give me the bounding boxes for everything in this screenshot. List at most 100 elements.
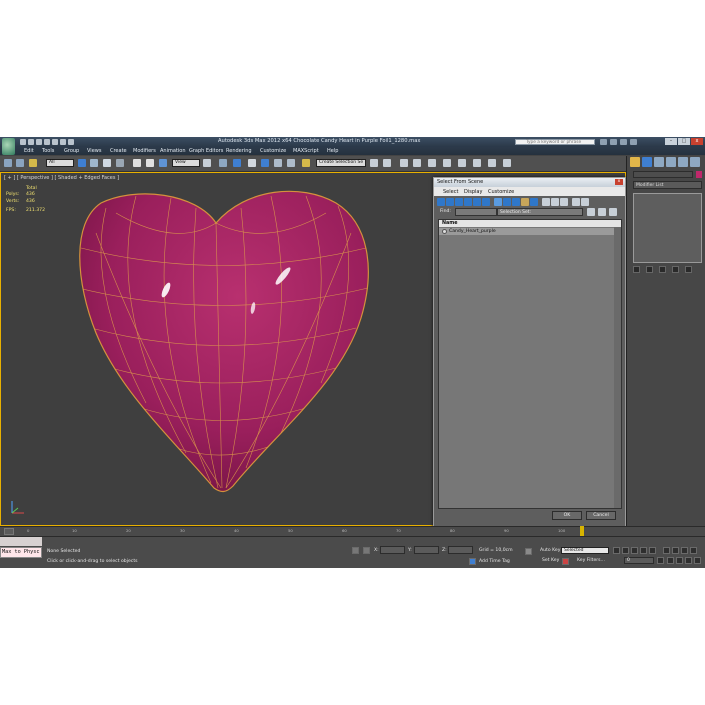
schematic-view-icon[interactable] bbox=[443, 159, 451, 167]
graphite-ribbon-icon[interactable] bbox=[413, 159, 421, 167]
maximize-button[interactable]: □ bbox=[678, 138, 690, 145]
undo-icon[interactable] bbox=[44, 139, 50, 145]
render-production-icon[interactable] bbox=[503, 159, 511, 167]
lock-selection-icon[interactable] bbox=[352, 547, 359, 554]
z-coord-field[interactable] bbox=[448, 546, 473, 554]
viewport-label[interactable]: [ + ] [ Perspective ] [ Shaded + Edged F… bbox=[4, 175, 119, 181]
object-name-field[interactable] bbox=[633, 171, 693, 178]
snaps-toggle-icon[interactable] bbox=[248, 159, 256, 167]
display-groups-icon[interactable] bbox=[494, 198, 502, 206]
rotate-icon[interactable] bbox=[146, 159, 154, 167]
chevron-down-icon[interactable] bbox=[68, 139, 74, 145]
layer-manager-icon[interactable] bbox=[400, 159, 408, 167]
dialog-menu-select[interactable]: Select bbox=[443, 189, 458, 195]
select-manipulate-icon[interactable] bbox=[219, 159, 227, 167]
find-input[interactable] bbox=[455, 208, 497, 216]
star-icon[interactable] bbox=[620, 139, 627, 145]
modify-tab-icon[interactable] bbox=[642, 157, 652, 167]
current-frame-field[interactable]: 0 bbox=[624, 557, 654, 564]
time-tag-icon[interactable] bbox=[469, 558, 476, 565]
display-lights-icon[interactable] bbox=[455, 198, 463, 206]
auto-key-selection-dropdown[interactable]: Selected bbox=[561, 547, 609, 554]
display-bones-icon[interactable] bbox=[512, 198, 520, 206]
help-icon[interactable] bbox=[630, 139, 637, 145]
pin-stack-icon[interactable] bbox=[633, 266, 640, 273]
menu-group[interactable]: Group bbox=[64, 148, 79, 154]
list-item[interactable]: Candy_Heart_purple bbox=[439, 228, 621, 235]
heart-surface[interactable] bbox=[79, 190, 369, 493]
maximize-viewport-icon[interactable] bbox=[694, 557, 701, 564]
reference-coordinate-dropdown[interactable]: View bbox=[172, 159, 200, 167]
redo-icon[interactable] bbox=[52, 139, 58, 145]
configure-sets-icon[interactable] bbox=[685, 266, 692, 273]
mini-curve-editor-icon[interactable] bbox=[4, 528, 14, 535]
window-crossing-icon[interactable] bbox=[116, 159, 124, 167]
display-helpers-icon[interactable] bbox=[473, 198, 481, 206]
dialog-menu-display[interactable]: Display bbox=[464, 189, 482, 195]
selection-set-dropdown[interactable]: Selection Set: bbox=[497, 208, 583, 216]
go-to-end-icon[interactable] bbox=[649, 547, 656, 554]
candy-heart-model[interactable] bbox=[76, 188, 371, 503]
orbit-icon[interactable] bbox=[685, 557, 692, 564]
select-object-icon[interactable] bbox=[78, 159, 86, 167]
dialog-menu-customize[interactable]: Customize bbox=[488, 189, 514, 195]
display-tab-icon[interactable] bbox=[678, 157, 688, 167]
hierarchy-tab-icon[interactable] bbox=[654, 157, 664, 167]
bind-spacewarp-icon[interactable] bbox=[29, 159, 37, 167]
cancel-button[interactable]: Cancel bbox=[586, 511, 616, 520]
pan-view-icon[interactable] bbox=[676, 557, 683, 564]
key-filters-button[interactable]: Key Filters... bbox=[577, 558, 605, 563]
x-coord-field[interactable] bbox=[380, 546, 405, 554]
go-to-start-icon[interactable] bbox=[613, 547, 620, 554]
time-slider-key-icon[interactable] bbox=[580, 526, 584, 536]
project-folder-icon[interactable] bbox=[60, 139, 66, 145]
selection-set-edit-icon[interactable] bbox=[609, 208, 617, 216]
sync-selection-icon[interactable] bbox=[572, 198, 580, 206]
zoom-extents-all-icon[interactable] bbox=[690, 547, 697, 554]
create-tab-icon[interactable] bbox=[630, 157, 640, 167]
zoom-extents-icon[interactable] bbox=[681, 547, 688, 554]
menu-modifiers[interactable]: Modifiers bbox=[133, 148, 156, 154]
angle-snap-icon[interactable] bbox=[261, 159, 269, 167]
edit-named-selection-icon[interactable] bbox=[302, 159, 310, 167]
selection-set-remove-icon[interactable] bbox=[598, 208, 606, 216]
move-icon[interactable] bbox=[133, 159, 141, 167]
rendered-frame-window-icon[interactable] bbox=[488, 159, 496, 167]
save-file-icon[interactable] bbox=[36, 139, 42, 145]
object-color-swatch[interactable] bbox=[696, 171, 702, 178]
play-icon[interactable] bbox=[631, 547, 638, 554]
spinner-snap-icon[interactable] bbox=[287, 159, 295, 167]
field-of-view-icon[interactable] bbox=[667, 557, 674, 564]
menu-animation[interactable]: Animation bbox=[160, 148, 186, 154]
name-column-header[interactable]: Name bbox=[439, 220, 621, 227]
display-geometry-icon[interactable] bbox=[437, 198, 445, 206]
display-spacewarps-icon[interactable] bbox=[482, 198, 490, 206]
modifier-list-dropdown[interactable]: Modifier List bbox=[633, 181, 702, 189]
display-xrefs-icon[interactable] bbox=[503, 198, 511, 206]
display-all-icon[interactable] bbox=[542, 198, 550, 206]
key-mode-icon[interactable] bbox=[525, 548, 532, 555]
make-unique-icon[interactable] bbox=[659, 266, 666, 273]
percent-snap-icon[interactable] bbox=[274, 159, 282, 167]
close-button[interactable]: x bbox=[691, 138, 703, 145]
subscription-icon[interactable] bbox=[610, 139, 617, 145]
time-configuration-icon[interactable] bbox=[657, 557, 664, 564]
select-by-name-icon[interactable] bbox=[90, 159, 98, 167]
scale-icon[interactable] bbox=[159, 159, 167, 167]
display-none-icon[interactable] bbox=[551, 198, 559, 206]
zoom-all-icon[interactable] bbox=[672, 547, 679, 554]
remove-modifier-icon[interactable] bbox=[672, 266, 679, 273]
menu-views[interactable]: Views bbox=[87, 148, 101, 154]
link-icon[interactable] bbox=[4, 159, 12, 167]
mirror-icon[interactable] bbox=[370, 159, 378, 167]
help-search-input[interactable]: Type a keyword or phrase bbox=[515, 139, 595, 145]
menu-rendering[interactable]: Rendering bbox=[226, 148, 252, 154]
minimize-button[interactable]: – bbox=[665, 138, 677, 145]
modifier-stack[interactable] bbox=[633, 193, 702, 263]
scene-object-list[interactable]: Name Candy_Heart_purple bbox=[438, 219, 622, 509]
maxscript-listener-top[interactable] bbox=[0, 537, 42, 546]
y-coord-field[interactable] bbox=[414, 546, 439, 554]
menu-edit[interactable]: Edit bbox=[24, 148, 34, 154]
display-invert-icon[interactable] bbox=[560, 198, 568, 206]
list-scrollbar[interactable] bbox=[614, 227, 621, 508]
